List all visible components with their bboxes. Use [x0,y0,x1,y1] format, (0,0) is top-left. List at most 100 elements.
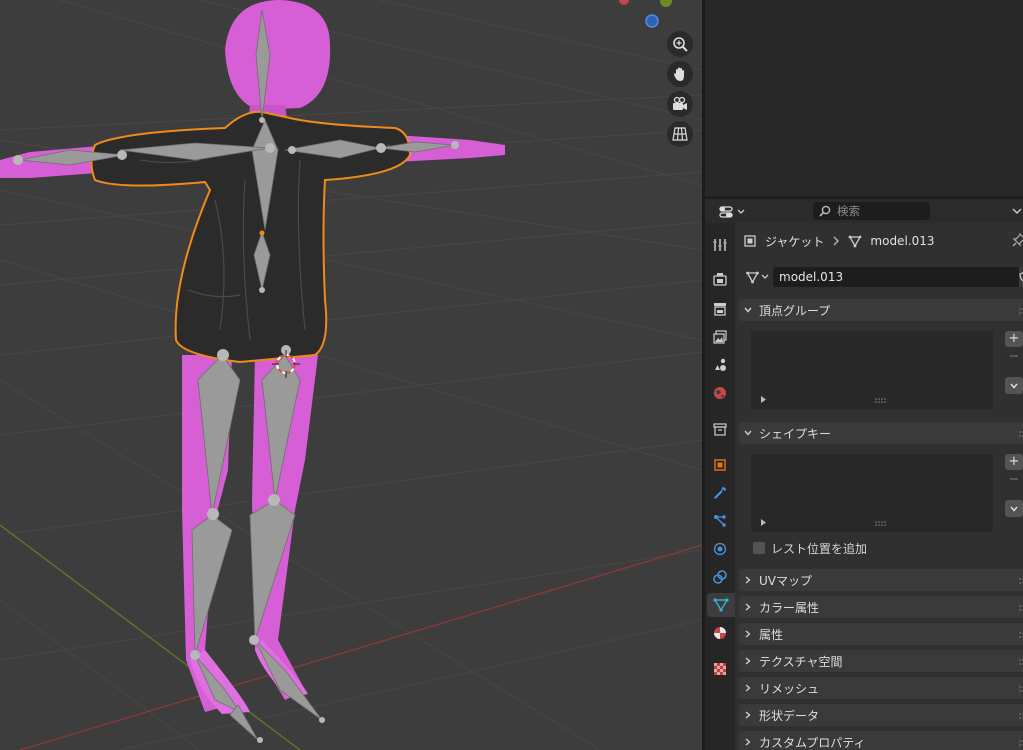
resize-grip-icon[interactable] [875,398,887,403]
vertex-groups-list[interactable] [751,331,993,409]
properties-editor-icon [719,205,733,218]
attributes-panel-header[interactable]: 属性 [739,623,1023,645]
chevron-down-icon [737,209,745,214]
x-axis-line [19,544,702,750]
output-icon[interactable] [708,297,732,321]
mesh-data-icon[interactable] [707,593,735,617]
particles-icon[interactable] [708,509,732,533]
chevron-down-icon [1010,383,1018,389]
search-input[interactable]: 検索 [813,202,930,220]
shape-keys-panel: + − レスト位置を追加 [739,444,1023,566]
mesh-name-field[interactable]: model.013 [773,267,1019,287]
geometry-data-panel-header[interactable]: 形状データ [739,704,1023,726]
remove-shape-key-button[interactable]: − [1005,472,1023,488]
shape-key-specials-button[interactable] [1005,500,1023,517]
drag-grip-icon[interactable] [1019,684,1023,694]
drag-grip-icon[interactable] [1019,738,1023,748]
constraints-icon[interactable] [708,565,732,589]
zoom-icon[interactable] [667,31,693,57]
shape-keys-panel-header[interactable]: シェイプキー [739,422,1023,444]
object-icon[interactable] [708,453,732,477]
vertex-groups-label: 頂点グループ [759,303,831,318]
editor-type-menu[interactable] [719,203,745,220]
chevron-right-icon [745,657,751,665]
remove-vertex-group-button[interactable]: − [1005,349,1023,365]
expand-triangle-icon[interactable] [760,519,767,526]
chevron-right-icon [745,738,751,746]
tool-icon[interactable] [708,233,732,257]
scene-icon[interactable] [708,353,732,377]
scene-render[interactable] [0,0,702,750]
vertex-group-specials-button[interactable] [1005,377,1023,394]
vertex-groups-panel-header[interactable]: 頂点グループ [739,299,1023,321]
chevron-right-icon [745,711,751,719]
properties-tabs [705,223,735,750]
vertex-groups-panel: + − [739,321,1023,419]
resize-grip-icon[interactable] [875,521,887,526]
drag-grip-icon[interactable] [1019,576,1023,586]
color-attributes-panel-header[interactable]: カラー属性 [739,596,1023,618]
color-attributes-label: カラー属性 [759,600,820,615]
drag-grip-icon[interactable] [1019,429,1023,439]
chevron-down-icon [1010,506,1018,512]
add-shape-key-button[interactable]: + [1005,454,1023,470]
remesh-label: リメッシュ [759,681,820,696]
drag-grip-icon[interactable] [1019,630,1023,640]
world-icon[interactable] [708,381,732,405]
texture-icon[interactable] [708,657,732,681]
material-icon[interactable] [708,621,732,645]
chevron-down-icon [761,274,769,279]
custom-properties-label: カスタムプロパティ [759,735,866,750]
browse-mesh-button[interactable] [743,267,773,287]
head-shape [225,0,331,110]
breadcrumb-mesh: model.013 [870,234,935,248]
chevron-down-icon[interactable] [1011,204,1023,218]
expand-triangle-icon[interactable] [760,396,767,403]
drag-grip-icon[interactable] [1019,711,1023,721]
view-layer-icon[interactable] [708,325,732,349]
properties-header: 検索 [705,199,1023,223]
floor-grid [0,0,702,750]
object-icon [744,235,756,247]
drag-grip-icon[interactable] [1019,306,1023,316]
chevron-down-icon [744,307,752,313]
active-bone-point [259,230,265,236]
geometry-data-label: 形状データ [759,708,820,723]
remesh-panel-header[interactable]: リメッシュ [739,677,1023,699]
custom-properties-panel-header[interactable]: カスタムプロパティ [739,731,1023,750]
pin-icon[interactable] [1012,233,1023,247]
fake-user-shield-icon[interactable] [1019,267,1023,287]
texture-space-panel-header[interactable]: テクスチャ空間 [739,650,1023,672]
hand-pan-icon[interactable] [667,61,693,87]
3d-viewport[interactable] [0,0,702,750]
physics-icon[interactable] [708,537,732,561]
modifier-icon[interactable] [708,481,732,505]
texture-space-label: テクスチャ空間 [759,654,843,669]
mesh-data-icon [849,235,862,248]
search-placeholder: 検索 [837,204,860,218]
chevron-right-icon [745,630,751,638]
uv-maps-panel-header[interactable]: UVマップ [739,569,1023,591]
properties-content: ジャケット model.013 model.013 頂点グループ + − シェイ… [735,223,1023,750]
camera-icon[interactable] [667,91,693,117]
collection-icon[interactable] [708,417,732,441]
mesh-datablock-selector: model.013 [743,267,1023,287]
attributes-label: 属性 [759,627,784,642]
shape-keys-list[interactable] [751,454,993,532]
uv-maps-label: UVマップ [759,573,812,588]
outliner-panel[interactable] [705,0,1023,196]
grid-perspective-icon[interactable] [667,121,693,147]
chevron-right-icon [745,603,751,611]
render-icon[interactable] [708,267,732,291]
drag-grip-icon[interactable] [1019,657,1023,667]
properties-editor[interactable]: 検索 ジャケット model.013 model.013 頂点グループ + − … [705,199,1023,750]
rest-position-label: レスト位置を追加 [771,541,868,556]
drag-grip-icon[interactable] [1019,603,1023,613]
add-vertex-group-button[interactable]: + [1005,331,1023,347]
mesh-data-icon [746,271,759,284]
search-icon [819,205,831,217]
rest-position-checkbox-row[interactable]: レスト位置を追加 [753,540,867,556]
rest-position-checkbox[interactable] [753,542,765,554]
navigation-gizmo[interactable] [619,0,672,28]
breadcrumb-object: ジャケット [765,234,825,249]
